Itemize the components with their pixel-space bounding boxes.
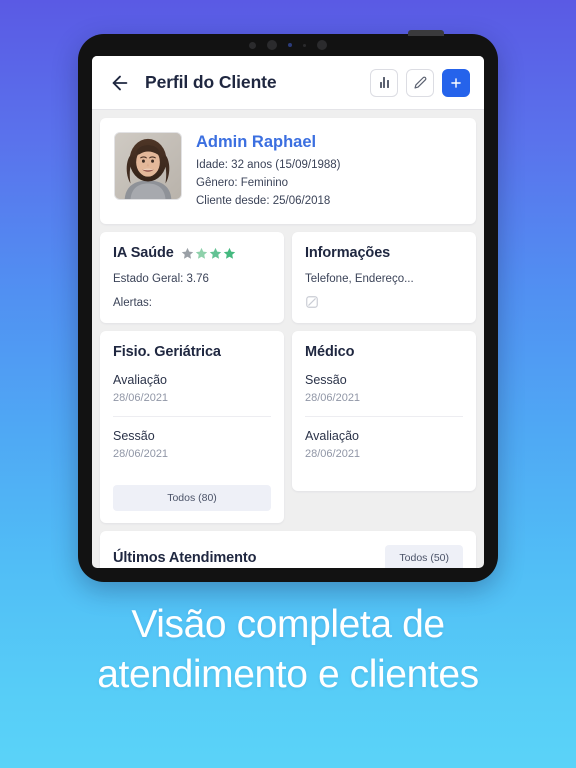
info-card-subtitle: Telefone, Endereço... [305, 273, 414, 286]
plus-icon [451, 77, 461, 88]
service-card-title: Fisio. Geriátrica [113, 343, 221, 360]
device-sensor-row [78, 34, 498, 56]
service-item[interactable]: Avaliação 28/06/2021 [305, 417, 463, 473]
profile-name[interactable]: Admin Raphael [196, 133, 341, 152]
star-icon-1 [181, 247, 193, 259]
service-item-label: Sessão [113, 429, 155, 444]
health-alerts-label: Alertas: [113, 296, 152, 309]
star-icon-4 [223, 247, 235, 259]
front-camera [267, 40, 277, 50]
service-item[interactable]: Sessão 28/06/2021 [305, 372, 463, 417]
avatar [114, 132, 182, 200]
sensor-led [288, 43, 292, 47]
tablet-screen: Perfil do Cliente Admin Raphael Idade: 3… [92, 56, 484, 568]
service-item-date: 28/06/2021 [305, 391, 361, 404]
service-row: Fisio. Geriátrica Avaliação 28/06/2021 S… [100, 330, 476, 523]
app-bar: Perfil do Cliente [92, 56, 484, 110]
caption-line-1: Visão completa de [131, 603, 445, 646]
health-card-header: IA Saúde [113, 245, 271, 261]
show-all-fisio-button[interactable]: Todos (80) [113, 484, 271, 511]
arrow-left-icon[interactable] [108, 71, 132, 95]
pencil-icon [413, 76, 426, 89]
last-appointments-title: Últimos Atendimento [113, 549, 257, 566]
add-button[interactable] [442, 68, 470, 97]
health-state-value: Estado Geral: 3.76 [113, 273, 209, 286]
page-content: Admin Raphael Idade: 32 anos (15/09/1988… [92, 110, 484, 568]
profile-gender: Gênero: Feminino [196, 176, 289, 189]
service-item-date: 28/06/2021 [113, 448, 169, 461]
profile-since: Cliente desde: 25/06/2018 [196, 194, 331, 207]
service-item-label: Sessão [305, 372, 347, 387]
tablet-device: Perfil do Cliente Admin Raphael Idade: 3… [78, 30, 498, 582]
service-card-fisio: Fisio. Geriátrica Avaliação 28/06/2021 S… [100, 330, 284, 523]
service-card-medico: Médico Sessão 28/06/2021 Avaliação 28/06… [292, 330, 476, 491]
edit-button[interactable] [406, 68, 434, 97]
marketing-caption: Visão completa de atendimento e clientes [0, 600, 576, 700]
health-card: IA Saúde Estado Geral: 3.76 Alertas: [100, 232, 284, 323]
service-item[interactable]: Avaliação 28/06/2021 [113, 372, 271, 417]
health-rating-stars [181, 247, 236, 260]
star-icon-2 [195, 247, 207, 259]
bar-chart-icon [379, 77, 389, 88]
app-bar-actions [370, 68, 470, 97]
sensor-dot [303, 43, 306, 47]
star-icon-3 [209, 247, 221, 259]
sensor-dot [249, 41, 256, 49]
sensor-dot [317, 40, 327, 50]
info-card-title: Informações [305, 245, 391, 262]
service-item-label: Avaliação [113, 372, 167, 387]
service-item-date: 28/06/2021 [305, 448, 361, 461]
caption-line-2: atendimento e clientes [97, 652, 479, 696]
summary-row: IA Saúde Estado Geral: 3.76 Alertas: Inf… [100, 232, 476, 323]
show-all-appointments-button[interactable]: Todos (50) [385, 544, 463, 568]
health-card-title: IA Saúde [113, 245, 174, 262]
info-card[interactable]: Informações Telefone, Endereço... [292, 232, 476, 323]
service-card-title: Médico [305, 343, 355, 360]
page-title: Perfil do Cliente [145, 72, 277, 92]
last-appointments-card: Últimos Atendimento Todos (50) [100, 530, 476, 568]
chart-button[interactable] [370, 68, 398, 97]
service-item-label: Avaliação [305, 429, 359, 444]
profile-card: Admin Raphael Idade: 32 anos (15/09/1988… [100, 118, 476, 225]
no-data-icon [306, 295, 318, 308]
service-item-date: 28/06/2021 [113, 391, 169, 404]
service-item[interactable]: Sessão 28/06/2021 [113, 417, 271, 473]
profile-info: Admin Raphael Idade: 32 anos (15/09/1988… [196, 132, 341, 210]
profile-age: Idade: 32 anos (15/09/1988) [196, 158, 341, 171]
